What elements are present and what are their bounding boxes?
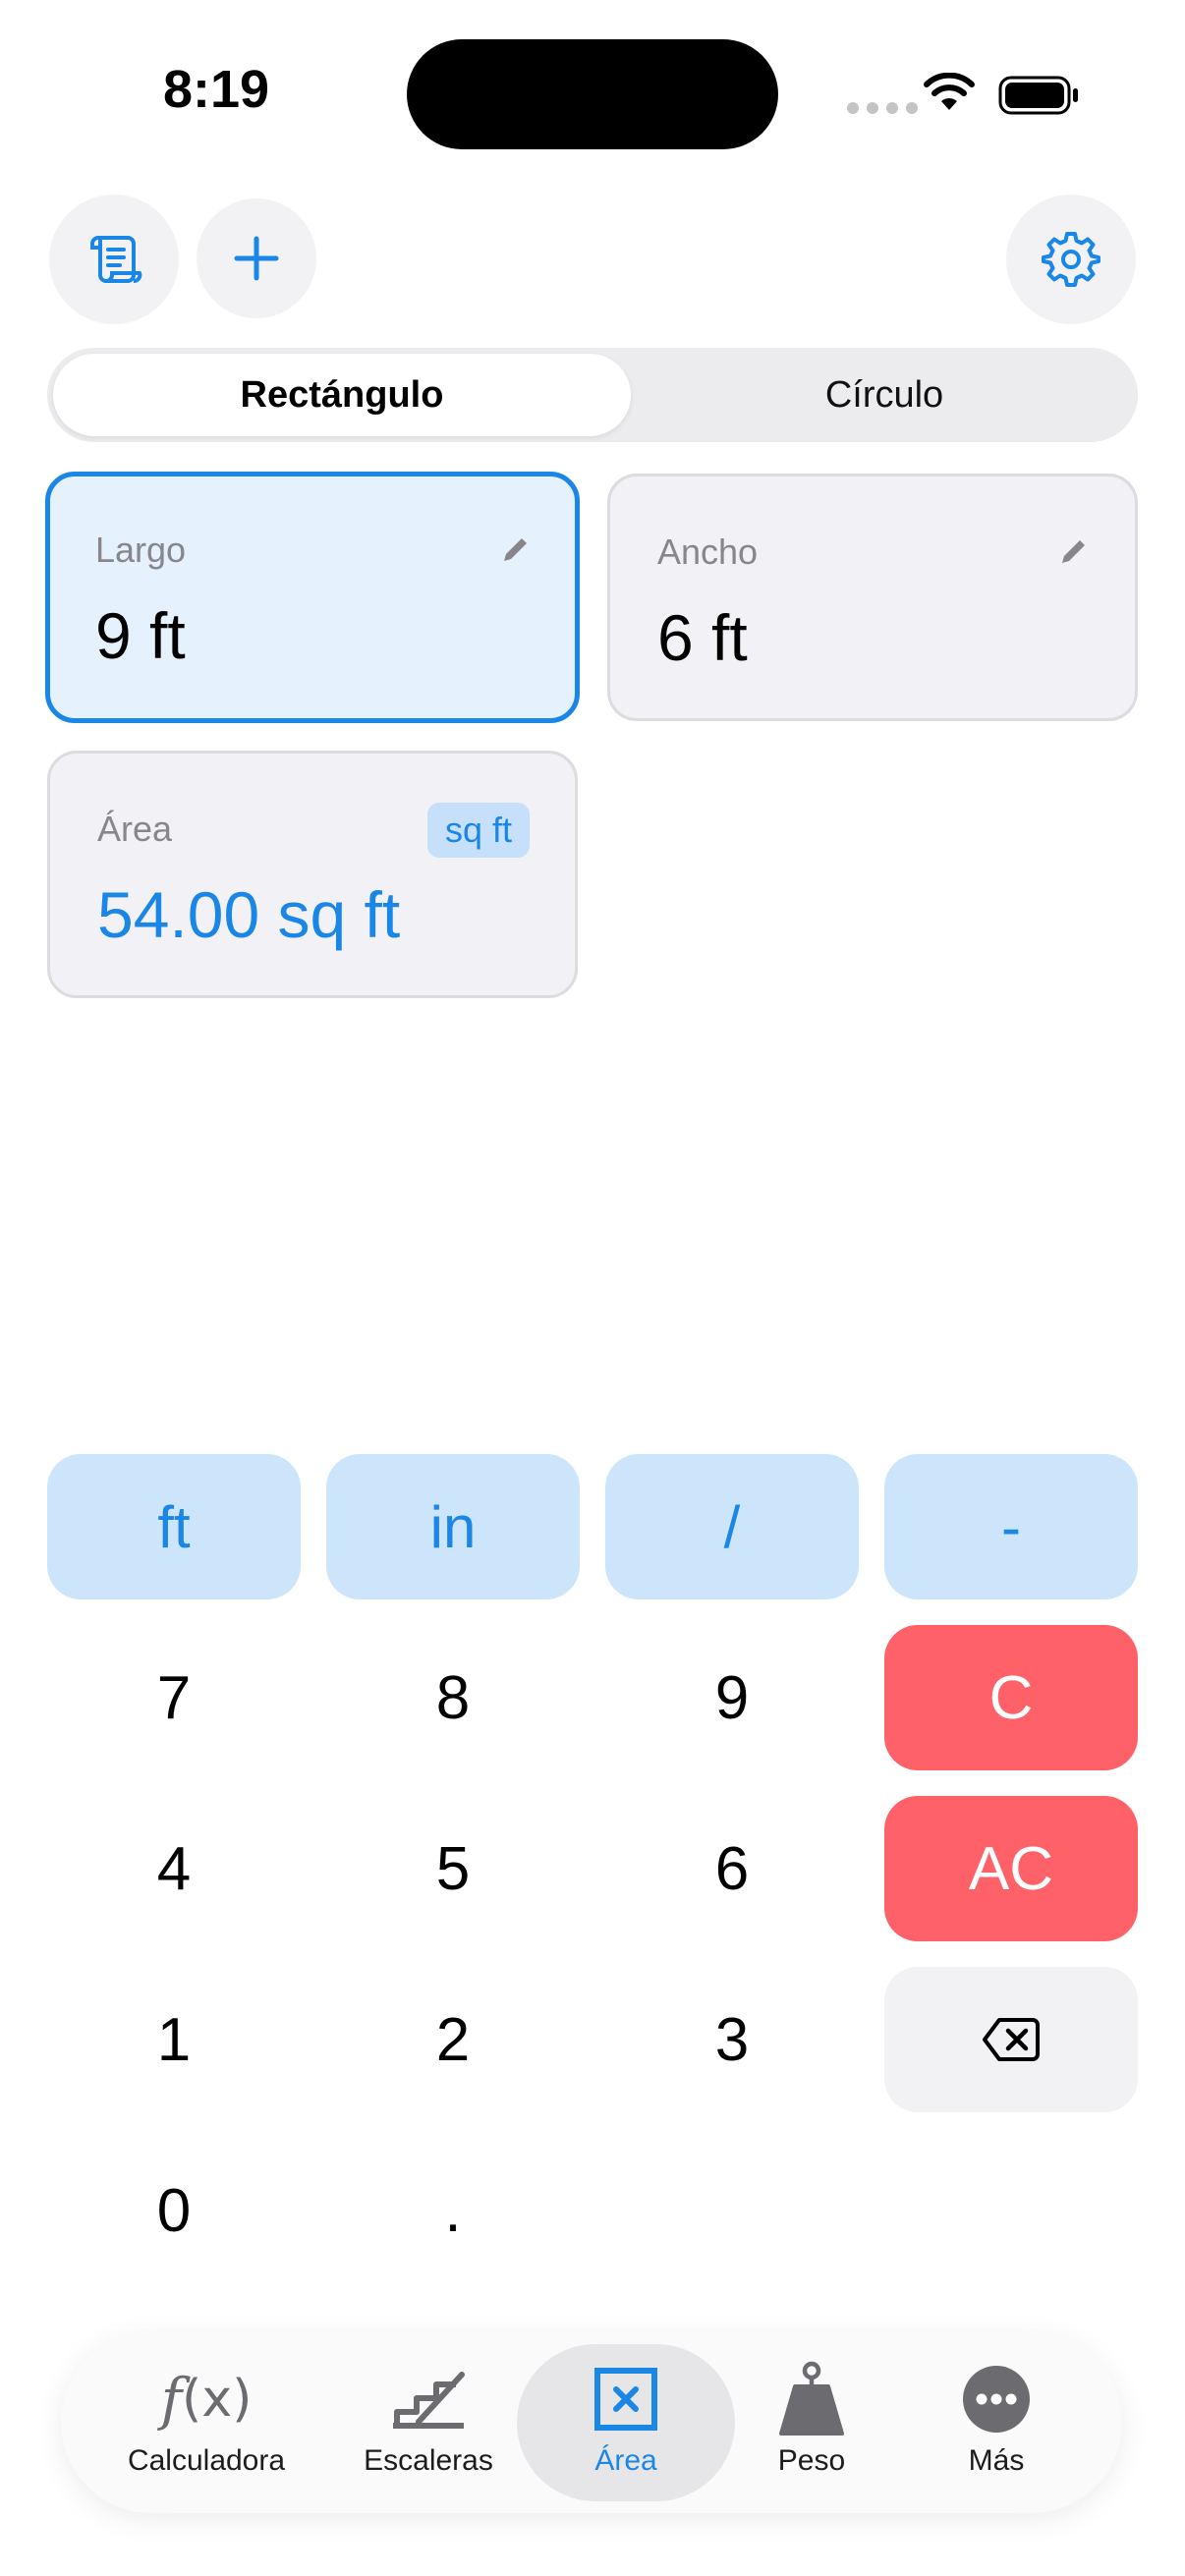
ancho-value: 6 ft	[657, 601, 748, 674]
tab-area[interactable]: Área	[528, 2360, 724, 2478]
pencil-icon	[504, 538, 527, 561]
ancho-label: Ancho	[657, 532, 759, 572]
all-clear-button[interactable]: AC	[884, 1796, 1138, 1941]
largo-label: Largo	[95, 530, 187, 570]
key-4[interactable]: 4	[47, 1796, 301, 1941]
status-time: 8:19	[162, 60, 270, 119]
clear-button[interactable]: C	[884, 1625, 1138, 1770]
key-1[interactable]: 1	[47, 1967, 301, 2112]
tab-escaleras[interactable]: Escaleras	[330, 2360, 527, 2478]
area-label: Área	[97, 809, 173, 849]
largo-value: 9 ft	[95, 599, 186, 672]
key-0[interactable]: 0	[47, 2138, 301, 2283]
cellular-signal-icon	[847, 102, 918, 114]
key-2[interactable]: 2	[326, 1967, 580, 2112]
wifi-icon	[924, 73, 975, 110]
tab-mas[interactable]: Más	[898, 2360, 1095, 2478]
backspace-button[interactable]	[884, 1967, 1138, 2112]
settings-button[interactable]	[1006, 195, 1136, 324]
key-7[interactable]: 7	[47, 1625, 301, 1770]
area-value: 54.00 sq ft	[97, 878, 401, 951]
history-button[interactable]	[49, 195, 179, 324]
tab-peso[interactable]: Peso	[713, 2360, 910, 2478]
key-5[interactable]: 5	[326, 1796, 580, 1941]
area-icon	[593, 2360, 658, 2438]
dynamic-island	[407, 39, 778, 149]
key-8[interactable]: 8	[326, 1625, 580, 1770]
key-ft[interactable]: ft	[47, 1454, 301, 1599]
function-icon: f (x)	[160, 2366, 253, 2433]
key-9[interactable]: 9	[605, 1625, 859, 1770]
segment-rectangle[interactable]: Rectángulo	[53, 354, 631, 436]
key-6[interactable]: 6	[605, 1796, 859, 1941]
key-fraction[interactable]: /	[605, 1454, 859, 1599]
more-icon	[962, 2360, 1031, 2438]
largo-field[interactable]: Largo 9 ft	[45, 472, 580, 723]
key-3[interactable]: 3	[605, 1967, 859, 2112]
key-in[interactable]: in	[326, 1454, 580, 1599]
shape-segmented-control: Rectángulo Círculo	[47, 348, 1138, 442]
weight-icon	[777, 2360, 846, 2438]
ancho-field[interactable]: Ancho 6 ft	[607, 474, 1138, 721]
gear-icon	[1042, 232, 1100, 287]
tab-calculadora[interactable]: f (x) Calculadora	[108, 2360, 305, 2478]
pencil-icon	[1062, 540, 1085, 563]
segment-circle[interactable]: Círculo	[637, 354, 1132, 436]
area-unit-badge[interactable]: sq ft	[426, 803, 530, 858]
key-decimal[interactable]: .	[326, 2138, 580, 2283]
add-button[interactable]	[197, 198, 316, 318]
plus-icon	[234, 236, 279, 281]
tab-bar: f (x) Calculadora Escaleras Área Peso Má…	[61, 2332, 1122, 2513]
area-result: Área sq ft 54.00 sq ft	[47, 751, 578, 998]
stairs-icon	[389, 2360, 468, 2438]
scroll-icon	[90, 236, 142, 284]
key-dash[interactable]: -	[884, 1454, 1138, 1599]
backspace-icon	[983, 2018, 1040, 2061]
battery-icon	[998, 76, 1078, 115]
